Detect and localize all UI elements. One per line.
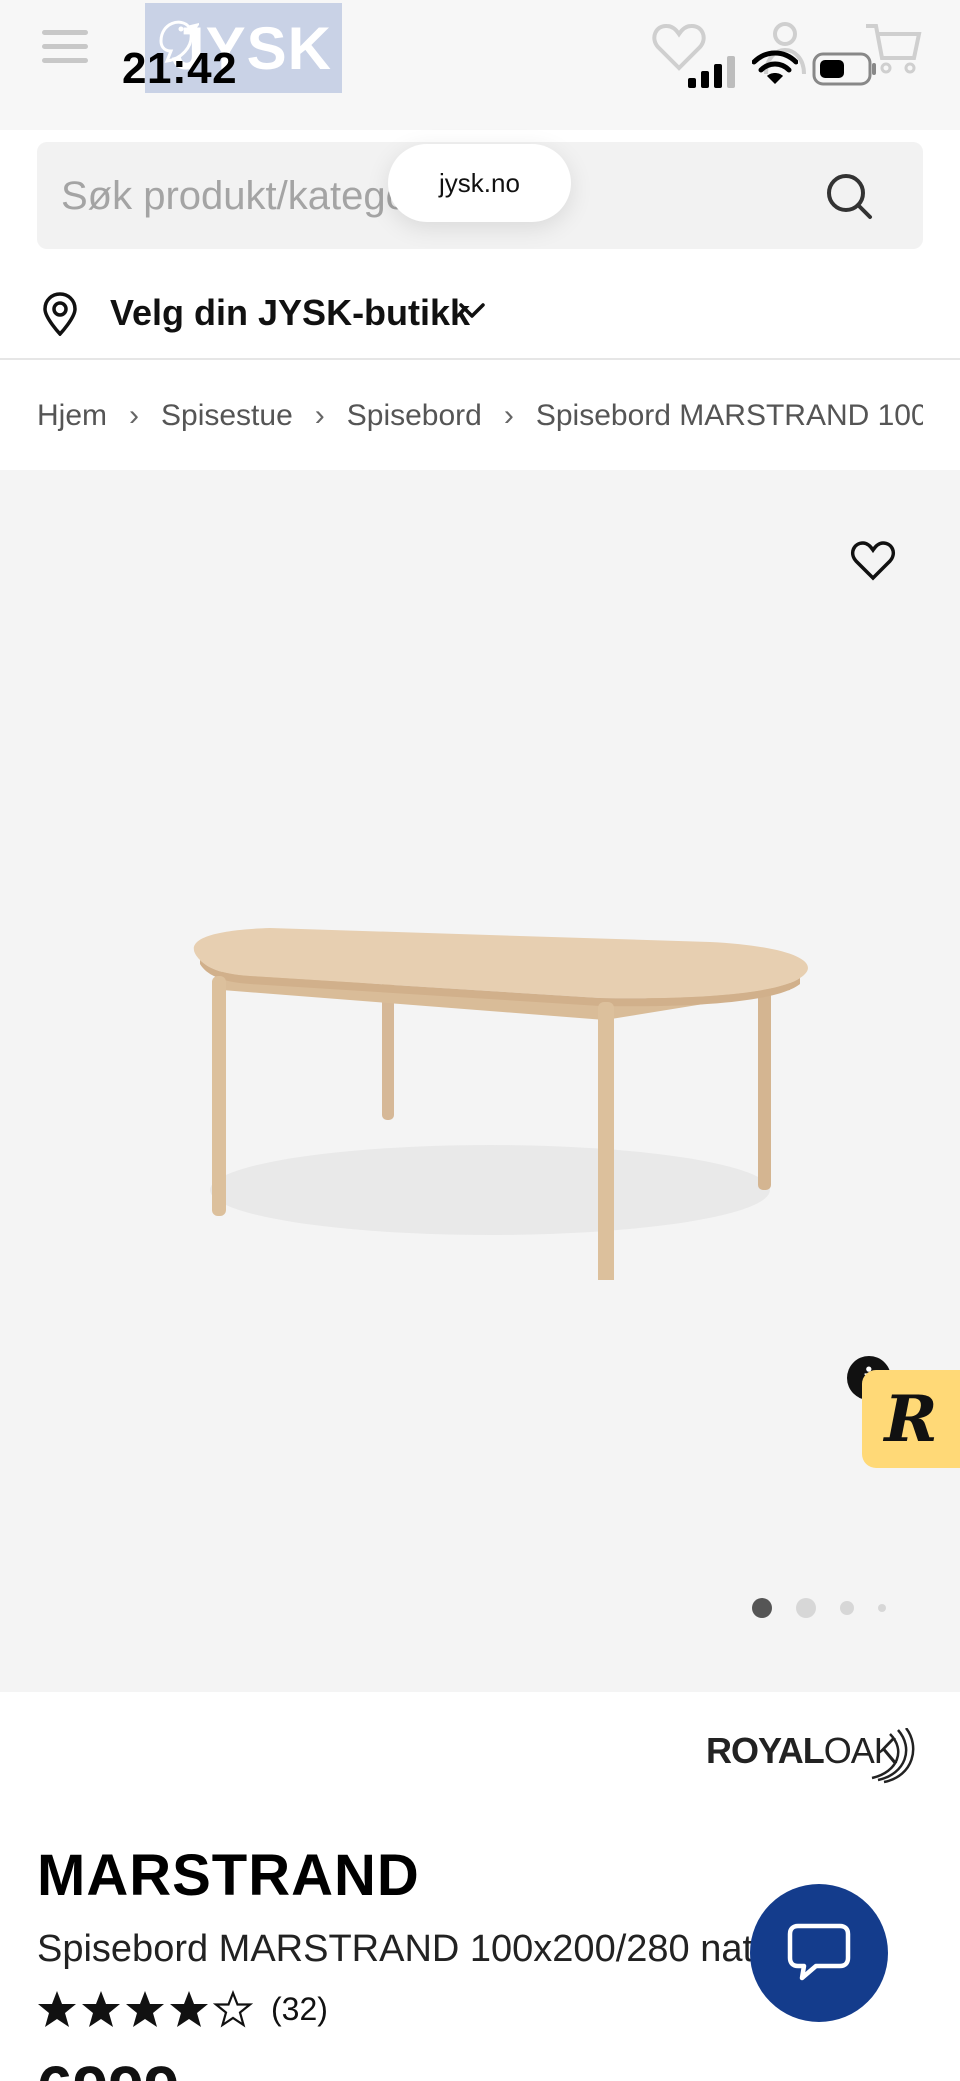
product-gallery[interactable]: i R <box>0 470 960 1692</box>
reward-widget[interactable]: R <box>862 1370 960 1468</box>
signal-icon <box>688 56 735 88</box>
menu-icon[interactable] <box>42 30 88 70</box>
brand-arc-icon <box>871 1728 915 1784</box>
breadcrumb: Hjem › Spisestue › Spisebord › Spisebord… <box>37 396 923 436</box>
chevron-right-icon: › <box>503 399 514 432</box>
favorite-heart-icon[interactable] <box>850 540 896 582</box>
carousel-dot[interactable] <box>796 1598 816 1618</box>
star-filled-icon <box>82 1991 120 2027</box>
location-pin-icon <box>43 292 77 336</box>
star-filled-icon <box>126 1991 164 2027</box>
product-price: 6999 <box>37 2058 197 2081</box>
product-title: MARSTRAND <box>37 1843 420 1908</box>
carousel-dot[interactable] <box>878 1604 886 1612</box>
top-header: JYSK 21:42 <box>0 0 960 130</box>
review-count[interactable]: (32) <box>271 1991 328 2028</box>
store-label: Velg din JYSK-butikk <box>110 292 471 333</box>
brand-part1: ROYAL <box>706 1730 825 1771</box>
product-image[interactable] <box>150 880 820 1280</box>
url-pill[interactable]: jysk.no <box>388 144 571 222</box>
product-rating[interactable]: (32) <box>37 1990 328 2028</box>
chevron-right-icon: › <box>314 399 325 432</box>
chat-button[interactable] <box>750 1884 888 2022</box>
price-value: 6999 <box>37 2058 197 2081</box>
chevron-right-icon: › <box>129 399 140 432</box>
store-picker[interactable]: Velg din JYSK-butikk <box>0 284 960 360</box>
chat-bubble-icon <box>787 1923 851 1981</box>
carousel-dot[interactable] <box>752 1598 772 1618</box>
star-filled-icon <box>38 1991 76 2027</box>
carousel-dots[interactable] <box>752 1598 910 1618</box>
star-filled-icon <box>170 1991 208 2027</box>
breadcrumb-item-spisestue[interactable]: Spisestue <box>161 399 293 433</box>
carousel-dot[interactable] <box>840 1601 854 1615</box>
breadcrumb-item-spisebord[interactable]: Spisebord <box>347 399 482 433</box>
chevron-down-icon <box>459 303 485 318</box>
product-subtitle: Spisebord MARSTRAND 100x200/280 natur ei… <box>37 1928 846 1970</box>
breadcrumb-item-current: Spisebord MARSTRAND 100x200/280 natur ei… <box>535 399 923 432</box>
status-time: 21:42 <box>122 44 238 93</box>
search-icon[interactable] <box>825 172 873 220</box>
wifi-icon <box>752 50 798 84</box>
star-empty-icon <box>213 1990 253 2028</box>
breadcrumb-item-hjem[interactable]: Hjem <box>37 399 107 433</box>
search-placeholder: Søk produkt/kategori <box>61 174 431 218</box>
battery-icon <box>812 52 876 86</box>
